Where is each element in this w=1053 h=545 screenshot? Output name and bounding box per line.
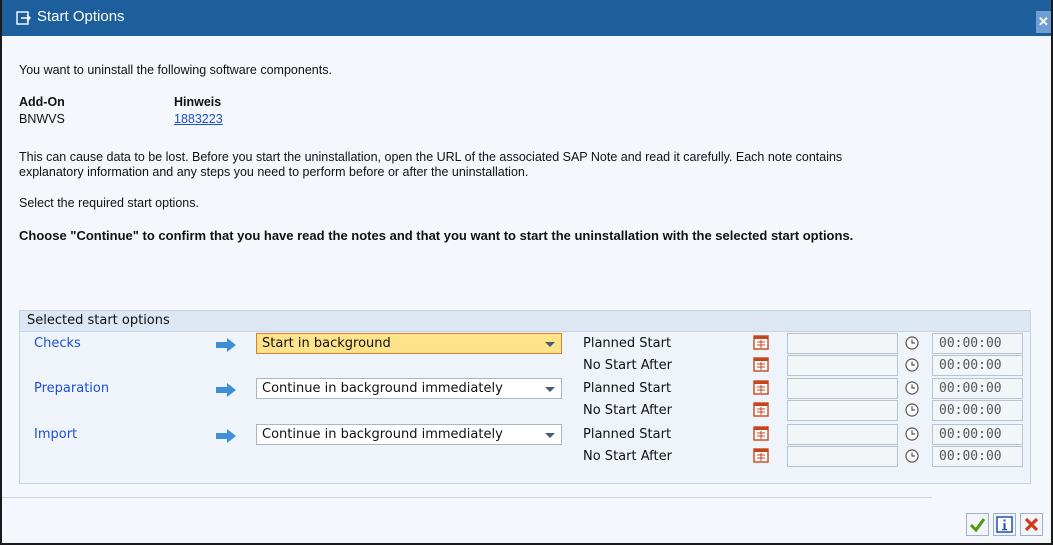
no-start-after-time-input[interactable]: 00:00:00 [932, 355, 1023, 376]
dialog-icon [16, 11, 31, 25]
clock-icon [905, 449, 919, 463]
clock-icon [905, 336, 919, 350]
start-options-dialog: Start Options ✕ You want to uninstall th… [0, 0, 1053, 545]
info-button[interactable] [993, 513, 1016, 536]
clock-icon [905, 427, 919, 441]
chevron-down-icon[interactable] [545, 433, 555, 438]
planned-start-date-input[interactable] [787, 378, 898, 399]
no-start-after-label: No Start After [583, 358, 672, 373]
planned-start-label: Planned Start [583, 336, 672, 351]
preparation-option-dropdown[interactable]: Continue in background immediately [256, 378, 562, 399]
calendar-icon[interactable] [753, 425, 769, 441]
dialog-title: Start Options [37, 8, 125, 25]
info-icon [996, 516, 1013, 533]
dropdown-value: Continue in background immediately [262, 427, 503, 442]
clock-icon [905, 381, 919, 395]
dropdown-value: Continue in background immediately [262, 381, 503, 396]
start-options-group: Selected start options Checks Start in b… [19, 310, 1031, 484]
warning-line-1: This can cause data to be lost. Before y… [19, 150, 843, 164]
calendar-icon[interactable] [753, 401, 769, 417]
time-value: 00:00:00 [939, 381, 1002, 396]
close-icon[interactable]: ✕ [1036, 11, 1051, 33]
time-value: 00:00:00 [939, 403, 1002, 418]
addon-value: BNWVS [19, 112, 65, 126]
phase-label-import[interactable]: Import [34, 427, 77, 442]
no-start-after-date-input[interactable] [787, 446, 898, 467]
phase-label-checks[interactable]: Checks [34, 336, 81, 351]
no-start-after-label: No Start After [583, 403, 672, 418]
group-title: Selected start options [27, 313, 170, 328]
continue-instruction: Choose "Continue" to confirm that you ha… [19, 228, 854, 243]
planned-start-time-input[interactable]: 00:00:00 [932, 424, 1023, 445]
calendar-icon[interactable] [753, 356, 769, 372]
calendar-icon[interactable] [753, 379, 769, 395]
continue-button[interactable] [966, 513, 989, 536]
calendar-icon[interactable] [753, 447, 769, 463]
time-value: 00:00:00 [939, 449, 1002, 464]
planned-start-time-input[interactable]: 00:00:00 [932, 378, 1023, 399]
cancel-icon [1024, 517, 1039, 532]
time-value: 00:00:00 [939, 358, 1002, 373]
chevron-down-icon[interactable] [545, 342, 555, 347]
planned-start-label: Planned Start [583, 427, 672, 442]
footer-divider [2, 497, 932, 498]
checkmark-icon [969, 518, 986, 533]
arrow-right-icon [216, 429, 236, 443]
clock-icon [905, 358, 919, 372]
cancel-button[interactable] [1020, 513, 1043, 536]
arrow-right-icon [216, 383, 236, 397]
intro-text: You want to uninstall the following soft… [19, 63, 332, 77]
title-bar: Start Options [2, 0, 1051, 36]
planned-start-label: Planned Start [583, 381, 672, 396]
addon-header: Add-On [19, 95, 65, 109]
time-value: 00:00:00 [939, 427, 1002, 442]
select-options-text: Select the required start options. [19, 196, 199, 210]
sap-note-link[interactable]: 1883223 [174, 112, 223, 126]
no-start-after-date-input[interactable] [787, 355, 898, 376]
no-start-after-time-input[interactable]: 00:00:00 [932, 400, 1023, 421]
arrow-right-icon [216, 338, 236, 352]
warning-line-2: explanatory information and any steps yo… [19, 165, 529, 179]
time-value: 00:00:00 [939, 336, 1002, 351]
no-start-after-time-input[interactable]: 00:00:00 [932, 446, 1023, 467]
no-start-after-label: No Start After [583, 449, 672, 464]
calendar-icon[interactable] [753, 334, 769, 350]
dropdown-value: Start in background [262, 336, 391, 351]
group-header: Selected start options [20, 311, 1030, 332]
chevron-down-icon[interactable] [545, 387, 555, 392]
clock-icon [905, 403, 919, 417]
planned-start-date-input[interactable] [787, 424, 898, 445]
planned-start-date-input[interactable] [787, 333, 898, 354]
phase-label-preparation[interactable]: Preparation [34, 381, 109, 396]
no-start-after-date-input[interactable] [787, 400, 898, 421]
checks-option-dropdown[interactable]: Start in background [256, 333, 562, 354]
import-option-dropdown[interactable]: Continue in background immediately [256, 424, 562, 445]
planned-start-time-input[interactable]: 00:00:00 [932, 333, 1023, 354]
note-header: Hinweis [174, 95, 222, 109]
